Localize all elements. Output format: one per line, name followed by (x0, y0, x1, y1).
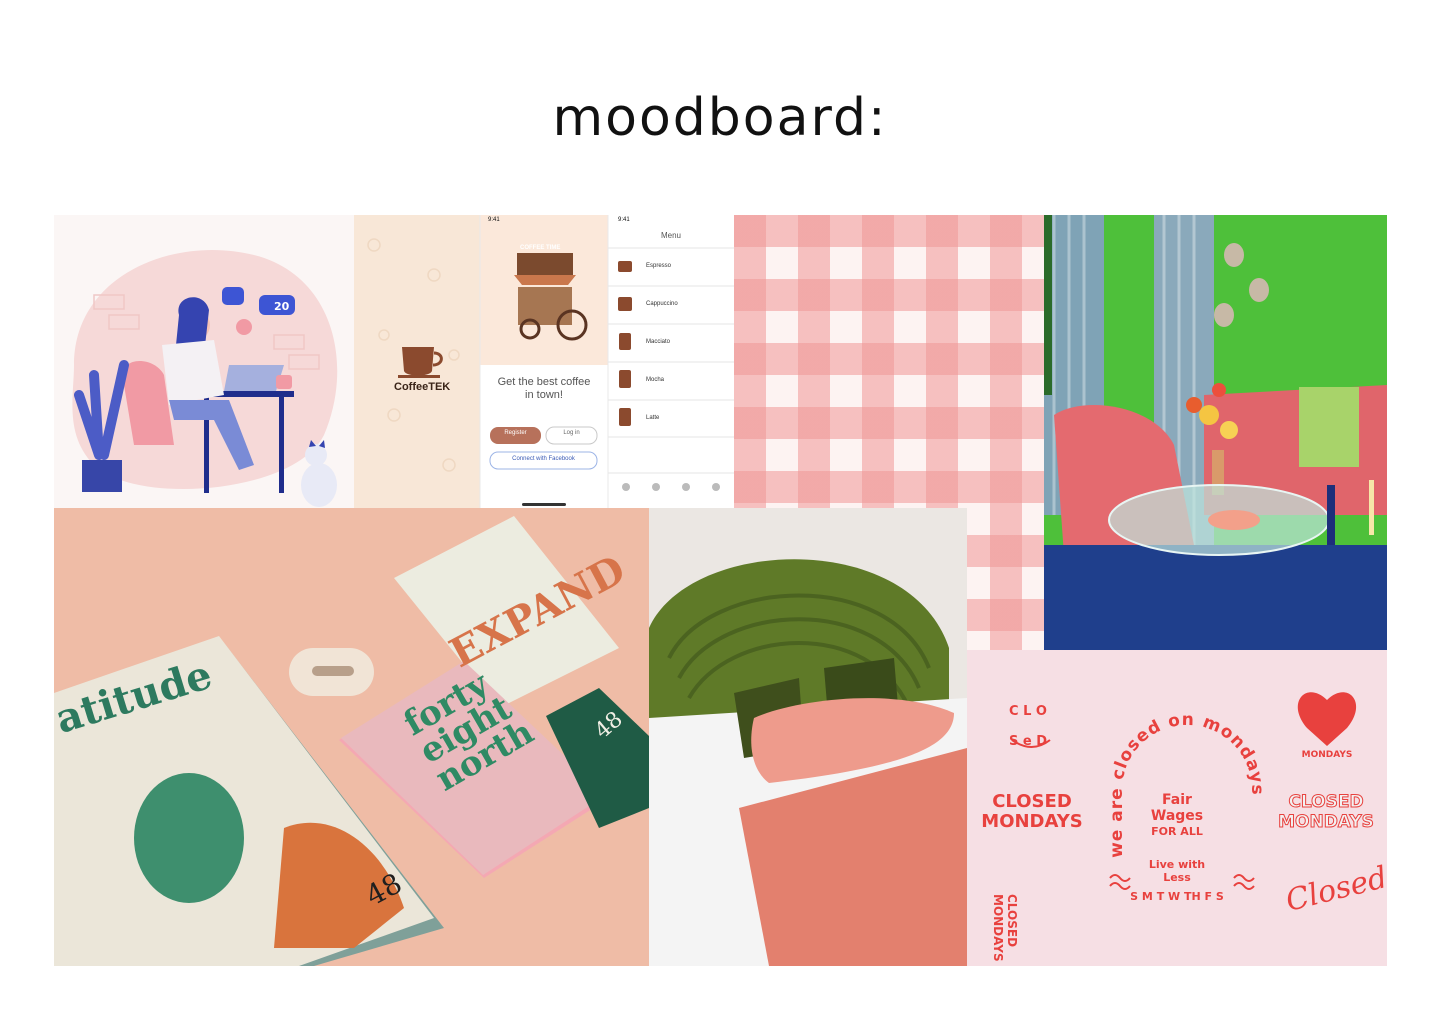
heart-mondays: MONDAYS (1301, 750, 1353, 760)
brand-name: CoffeeTEK (394, 381, 451, 393)
stationery-branding-photo: atitude 48 forty eight north EXPAND 48 (54, 508, 649, 966)
wages-word: Wages (1150, 808, 1204, 824)
register-button[interactable]: Register (490, 430, 541, 436)
login-button[interactable]: Log in (546, 430, 597, 436)
days-of-week: S M T W TH F S (1130, 890, 1224, 903)
menu-item[interactable]: Espresso (646, 263, 671, 269)
fair-wages: Fair Wages FOR ALL (1137, 792, 1217, 840)
headline: Get the best coffee in town! (484, 376, 604, 402)
coffee-app-mockup: CoffeeTEK 9:41 COFFEE TIME Get the best … (354, 215, 734, 508)
headline-line-2: in town! (525, 389, 563, 401)
closed-mondays-graphics: we are closed on mondays C L O S e D CLO… (967, 650, 1387, 966)
fair-word: Fair (1162, 792, 1192, 808)
mondays-word-outline: MONDAYS (1278, 812, 1375, 833)
vertical-closed-mondays: CLOSED MONDAYS (991, 894, 1019, 966)
menu-item[interactable]: Macciato (646, 339, 670, 345)
illustration-woman-laptop: 20 (54, 215, 354, 508)
menu-status-time: 9:41 (618, 217, 630, 223)
menu-item[interactable]: Mocha (646, 377, 664, 383)
facebook-button[interactable]: Connect with Facebook (490, 456, 597, 462)
closed-mondays-left: CLOSED MONDAYS (979, 792, 1085, 832)
green-room-photo (1044, 215, 1387, 650)
page-title: moodboard: (552, 88, 888, 148)
clo-letters: C L O (1009, 704, 1047, 719)
for-all-word: FOR ALL (1151, 825, 1203, 838)
bedroom-photo (649, 508, 967, 966)
closed-word: CLOSED (992, 791, 1072, 812)
cart-sign: COFFEE TIME (520, 245, 561, 251)
vertical-closed: CLOSED (1005, 894, 1019, 948)
menu-title: Menu (660, 231, 681, 240)
closed-mondays-right: CLOSED MONDAYS (1267, 792, 1385, 833)
menu-item[interactable]: Cappuccino (646, 301, 678, 307)
mondays-word: MONDAYS (981, 811, 1083, 832)
status-time: 9:41 (488, 217, 500, 223)
sed-letters: S e D (1009, 734, 1048, 749)
closed-word-outline: CLOSED (1288, 792, 1364, 813)
headline-line-1: Get the best coffee (497, 376, 591, 388)
live-with-less: Live with Less (1148, 858, 1206, 884)
menu-item[interactable]: Latte (646, 415, 659, 421)
like-count: 20 (274, 300, 290, 313)
vertical-mondays: MONDAYS (991, 894, 1005, 962)
